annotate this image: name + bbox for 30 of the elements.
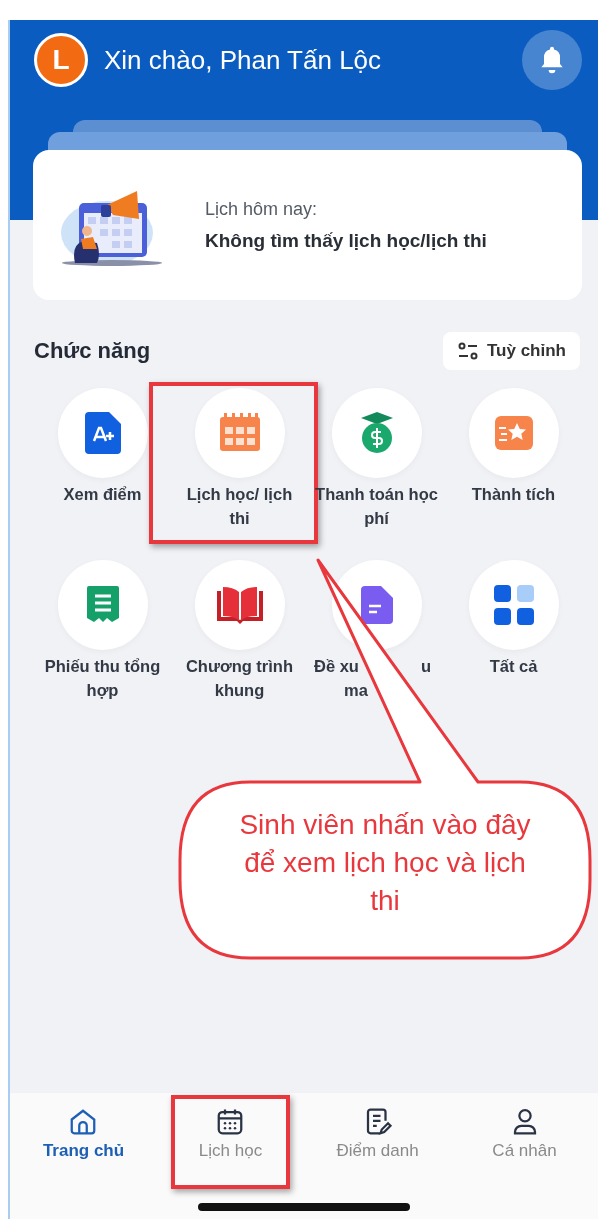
function-label: Xem điểm bbox=[63, 484, 142, 505]
function-label: ma bbox=[344, 680, 368, 701]
sliders-icon bbox=[457, 342, 479, 360]
calendar-icon bbox=[217, 413, 262, 453]
function-label: Đề xu bbox=[314, 656, 359, 677]
avatar[interactable]: L bbox=[34, 33, 88, 87]
today-schedule-label: Lịch hôm nay: bbox=[205, 198, 319, 220]
today-schedule-message: Không tìm thấy lịch học/lịch thi bbox=[205, 229, 487, 252]
document-icon bbox=[358, 584, 395, 626]
grid-icon bbox=[492, 584, 535, 626]
notification-button[interactable] bbox=[522, 30, 582, 90]
star-card-icon bbox=[492, 414, 535, 452]
function-label: Thành tích bbox=[471, 484, 556, 505]
callout-text: Sinh viên nhấn vào đây để xem lịch học và lịch thi bbox=[238, 808, 532, 918]
nav-tab[interactable]: Điểm danh bbox=[328, 1103, 427, 1183]
customize-button[interactable]: Tuỳ chỉnh bbox=[443, 332, 580, 370]
grade-document-icon bbox=[82, 410, 123, 456]
nav-tab[interactable]: Lịch học bbox=[190, 1103, 271, 1183]
function-label: Lịch học/ lịch thi bbox=[185, 484, 294, 529]
nav-tab[interactable]: Cá nhân bbox=[484, 1103, 565, 1183]
function-label: Phiếu thu tổng hợp bbox=[43, 656, 162, 701]
function-label: Chương trình khung bbox=[184, 656, 295, 701]
today-card[interactable]: Lịch hôm nay: Không tìm thấy lịch học/lịch thi bbox=[33, 150, 582, 300]
greeting-text: Xin chào, Phan Tấn Lộc bbox=[104, 44, 383, 76]
nav-tab[interactable]: Trang chủ bbox=[34, 1103, 133, 1183]
open-book-icon bbox=[214, 585, 265, 625]
function-label: u bbox=[420, 656, 431, 677]
avatar-initial: L bbox=[52, 44, 70, 76]
section-title: Chức năng bbox=[34, 338, 151, 364]
function-label: Tất cả bbox=[489, 656, 538, 677]
